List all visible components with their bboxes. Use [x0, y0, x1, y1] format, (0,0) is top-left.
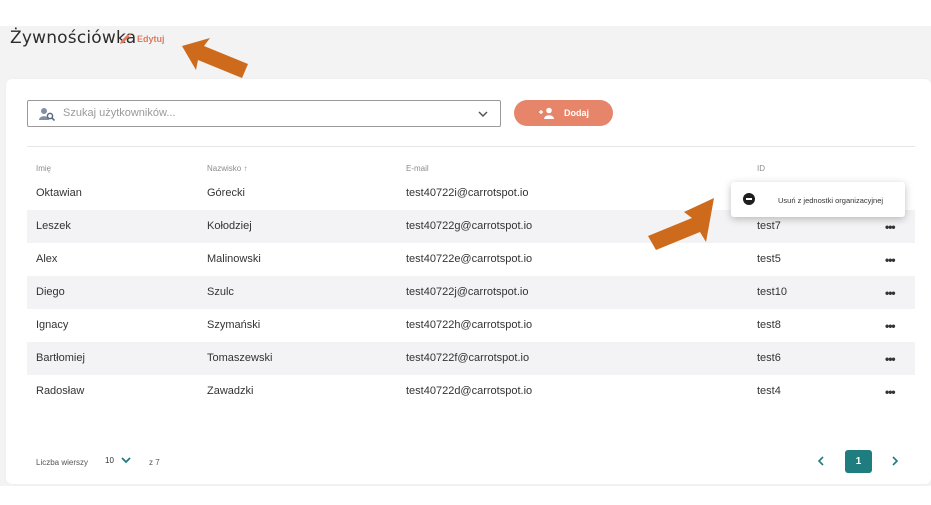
divider [27, 146, 915, 147]
cell-email: test40722d@carrotspot.io [406, 385, 533, 397]
search-placeholder: Szukaj użytkowników... [63, 107, 176, 119]
table-row[interactable]: Diego Szulc test40722j@carrotspot.io tes… [27, 276, 915, 309]
cell-first-name: Ignacy [36, 319, 69, 331]
more-icon[interactable]: ••• [885, 220, 896, 234]
cell-last-name: Tomaszewski [207, 352, 273, 364]
cell-id: test8 [757, 319, 781, 331]
chevron-left-icon[interactable] [814, 453, 828, 469]
cell-id: test10 [757, 286, 787, 298]
cell-first-name: Leszek [36, 220, 71, 232]
cell-id: test7 [757, 220, 781, 232]
cell-first-name: Radosław [36, 385, 85, 397]
more-icon[interactable]: ••• [885, 352, 896, 366]
minus-circle-icon [743, 193, 755, 205]
top-area [0, 0, 931, 26]
cell-email: test40722g@carrotspot.io [406, 220, 533, 232]
table-row[interactable]: Radosław Zawadzki test40722d@carrotspot.… [27, 375, 915, 408]
rows-per-page-label: Liczba wierszy [36, 458, 89, 467]
add-user-icon [538, 107, 554, 119]
cell-email: test40722j@carrotspot.io [406, 286, 529, 298]
cell-email: test40722h@carrotspot.io [406, 319, 533, 331]
add-user-label: Dodaj [563, 108, 589, 118]
row-context-menu: Usuń z jednostki organizacyjnej [731, 182, 905, 217]
remove-from-unit-menu-item[interactable]: Usuń z jednostki organizacyjnej [778, 196, 883, 205]
cell-first-name: Alex [36, 253, 58, 265]
more-icon[interactable]: ••• [885, 319, 896, 333]
bottom-strip [0, 486, 931, 505]
table-row[interactable]: Ignacy Szymański test40722h@carrotspot.i… [27, 309, 915, 342]
cell-id: test6 [757, 352, 781, 364]
cell-last-name: Górecki [207, 187, 245, 199]
column-header-first-name[interactable]: Imię [36, 164, 51, 173]
more-icon[interactable]: ••• [885, 286, 896, 300]
cell-last-name: Kołodziej [207, 220, 252, 232]
edit-label: Edytuj [137, 34, 165, 44]
cell-id: test5 [757, 253, 781, 265]
cell-last-name: Malinowski [207, 253, 261, 265]
cell-first-name: Oktawian [36, 187, 82, 199]
more-icon[interactable]: ••• [885, 253, 896, 267]
total-count-label: z 7 [149, 458, 160, 467]
cell-email: test40722e@carrotspot.io [406, 253, 533, 265]
arrow-annotation [182, 38, 248, 78]
rows-per-page-select[interactable]: 10 [105, 455, 132, 465]
cell-first-name: Bartłomiej [36, 352, 85, 364]
pencil-icon [120, 32, 132, 44]
column-header-email[interactable]: E-mail [406, 164, 429, 173]
column-header-id[interactable]: ID [757, 164, 765, 173]
user-search-icon [39, 108, 55, 121]
cell-last-name: Zawadzki [207, 385, 254, 397]
more-icon[interactable]: ••• [885, 385, 896, 399]
cell-last-name: Szymański [207, 319, 261, 331]
cell-id: test4 [757, 385, 781, 397]
rows-per-page-value: 10 [105, 455, 114, 465]
table-row[interactable]: Bartłomiej Tomaszewski test40722f@carrot… [27, 342, 915, 375]
cell-last-name: Szulc [207, 286, 234, 298]
cell-first-name: Diego [36, 286, 65, 298]
page-button-current[interactable]: 1 [845, 450, 872, 473]
cell-email: test40722i@carrotspot.io [406, 187, 529, 199]
chevron-right-icon[interactable] [888, 453, 902, 469]
arrow-annotation [648, 198, 714, 250]
title-row: Żywnościówka Edytuj [0, 26, 931, 76]
table-row[interactable]: Alex Malinowski test40722e@carrotspot.io… [27, 243, 915, 276]
chevron-down-icon[interactable] [477, 108, 489, 120]
edit-button[interactable]: Edytuj [118, 32, 165, 46]
add-user-button[interactable]: Dodaj [514, 100, 613, 126]
cell-email: test40722f@carrotspot.io [406, 352, 530, 364]
column-header-last-name[interactable]: Nazwisko ↑ [207, 164, 247, 173]
search-input[interactable]: Szukaj użytkowników... [27, 100, 501, 127]
chevron-down-icon [121, 457, 131, 464]
